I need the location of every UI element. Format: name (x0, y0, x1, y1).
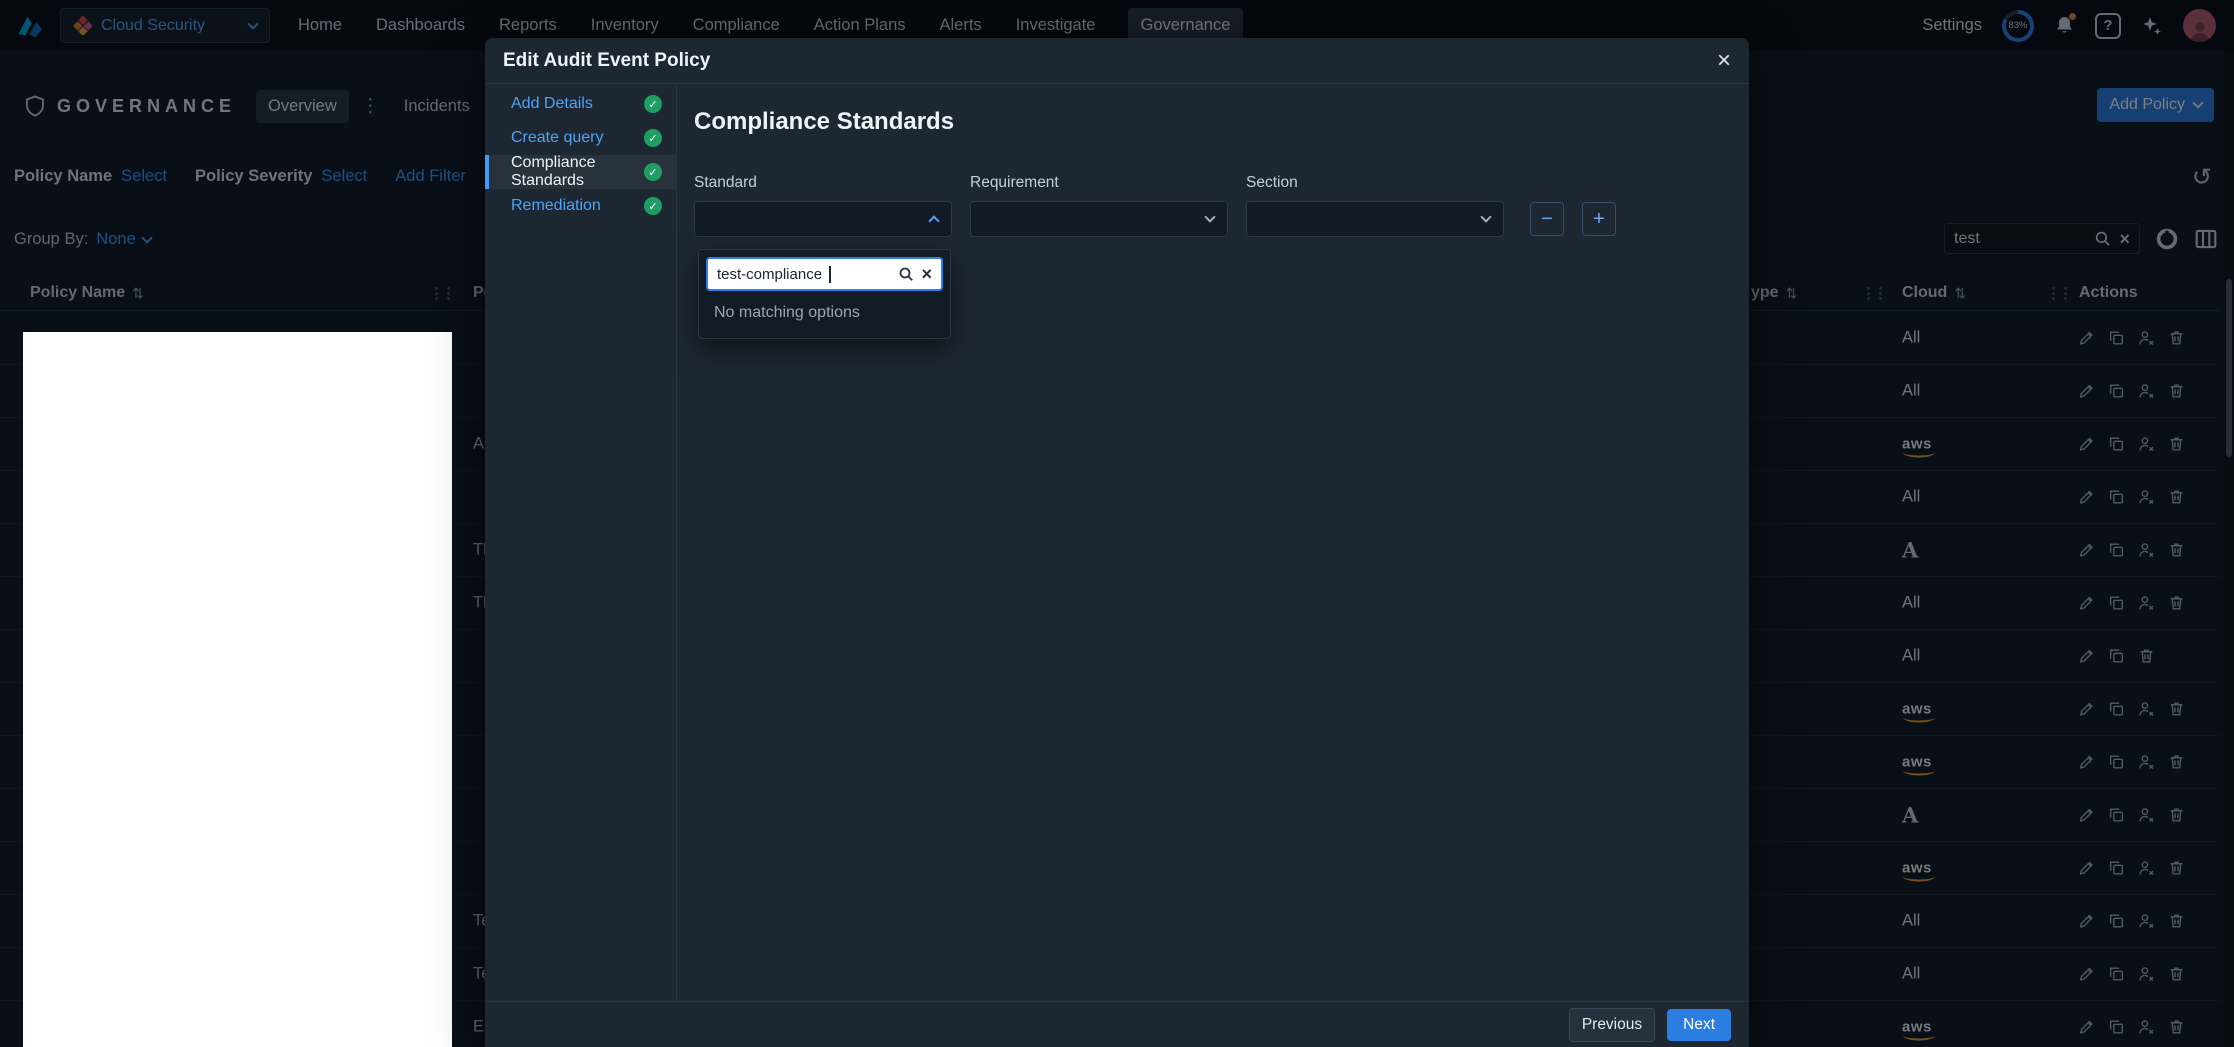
next-button[interactable]: Next (1667, 1009, 1731, 1041)
wizard-steps: Add Details ✓ Create query ✓ Compliance … (485, 84, 677, 1001)
previous-button[interactable]: Previous (1569, 1008, 1655, 1042)
search-icon[interactable] (898, 266, 914, 282)
standard-select[interactable] (694, 201, 952, 237)
requirement-select[interactable] (970, 201, 1228, 237)
step-complete-check-icon: ✓ (644, 197, 662, 215)
text-caret (829, 266, 831, 283)
chevron-down-icon (1480, 211, 1491, 222)
no-matching-options-text: No matching options (706, 291, 943, 331)
modal-title: Edit Audit Event Policy (503, 50, 710, 72)
wizard-step-remediation[interactable]: Remediation ✓ (485, 189, 676, 223)
wizard-step-compliance-standards[interactable]: Compliance Standards ✓ (485, 155, 676, 189)
edit-audit-event-policy-modal: Edit Audit Event Policy × Add Details ✓ … (485, 38, 1749, 1047)
redacted-policy-names-block (23, 332, 452, 1047)
compliance-fields-row: Standard Requirement Section (694, 174, 1616, 237)
clear-search-icon[interactable]: × (921, 265, 932, 283)
standard-search-value: test-compliance (717, 266, 822, 283)
modal-header: Edit Audit Event Policy × (485, 38, 1749, 84)
section-field: Section (1246, 174, 1504, 237)
chevron-down-icon (1204, 211, 1215, 222)
close-icon[interactable]: × (1717, 49, 1731, 73)
step-complete-check-icon: ✓ (644, 163, 662, 181)
standard-dropdown-panel: test-compliance × No matching options (698, 249, 951, 339)
requirement-field: Requirement (970, 174, 1228, 237)
modal-body: Add Details ✓ Create query ✓ Compliance … (485, 84, 1749, 1001)
section-title: Compliance Standards (694, 108, 954, 136)
requirement-label: Requirement (970, 174, 1228, 192)
step-complete-check-icon: ✓ (644, 95, 662, 113)
application-root: Cloud Security HomeDashboardsReportsInve… (0, 0, 2234, 1047)
modal-footer: Previous Next (485, 1001, 1749, 1047)
remove-standard-button[interactable]: − (1530, 202, 1564, 236)
wizard-step-add-details[interactable]: Add Details ✓ (485, 87, 676, 121)
standard-field: Standard (694, 174, 952, 237)
section-label: Section (1246, 174, 1504, 192)
add-standard-button[interactable]: + (1582, 202, 1616, 236)
modal-content: Compliance Standards Standard Requiremen… (677, 84, 1749, 1001)
section-select[interactable] (1246, 201, 1504, 237)
chevron-up-icon (928, 215, 939, 226)
step-complete-check-icon: ✓ (644, 129, 662, 147)
wizard-step-create-query[interactable]: Create query ✓ (485, 121, 676, 155)
standard-search-input[interactable]: test-compliance × (706, 257, 943, 291)
standard-label: Standard (694, 174, 952, 192)
